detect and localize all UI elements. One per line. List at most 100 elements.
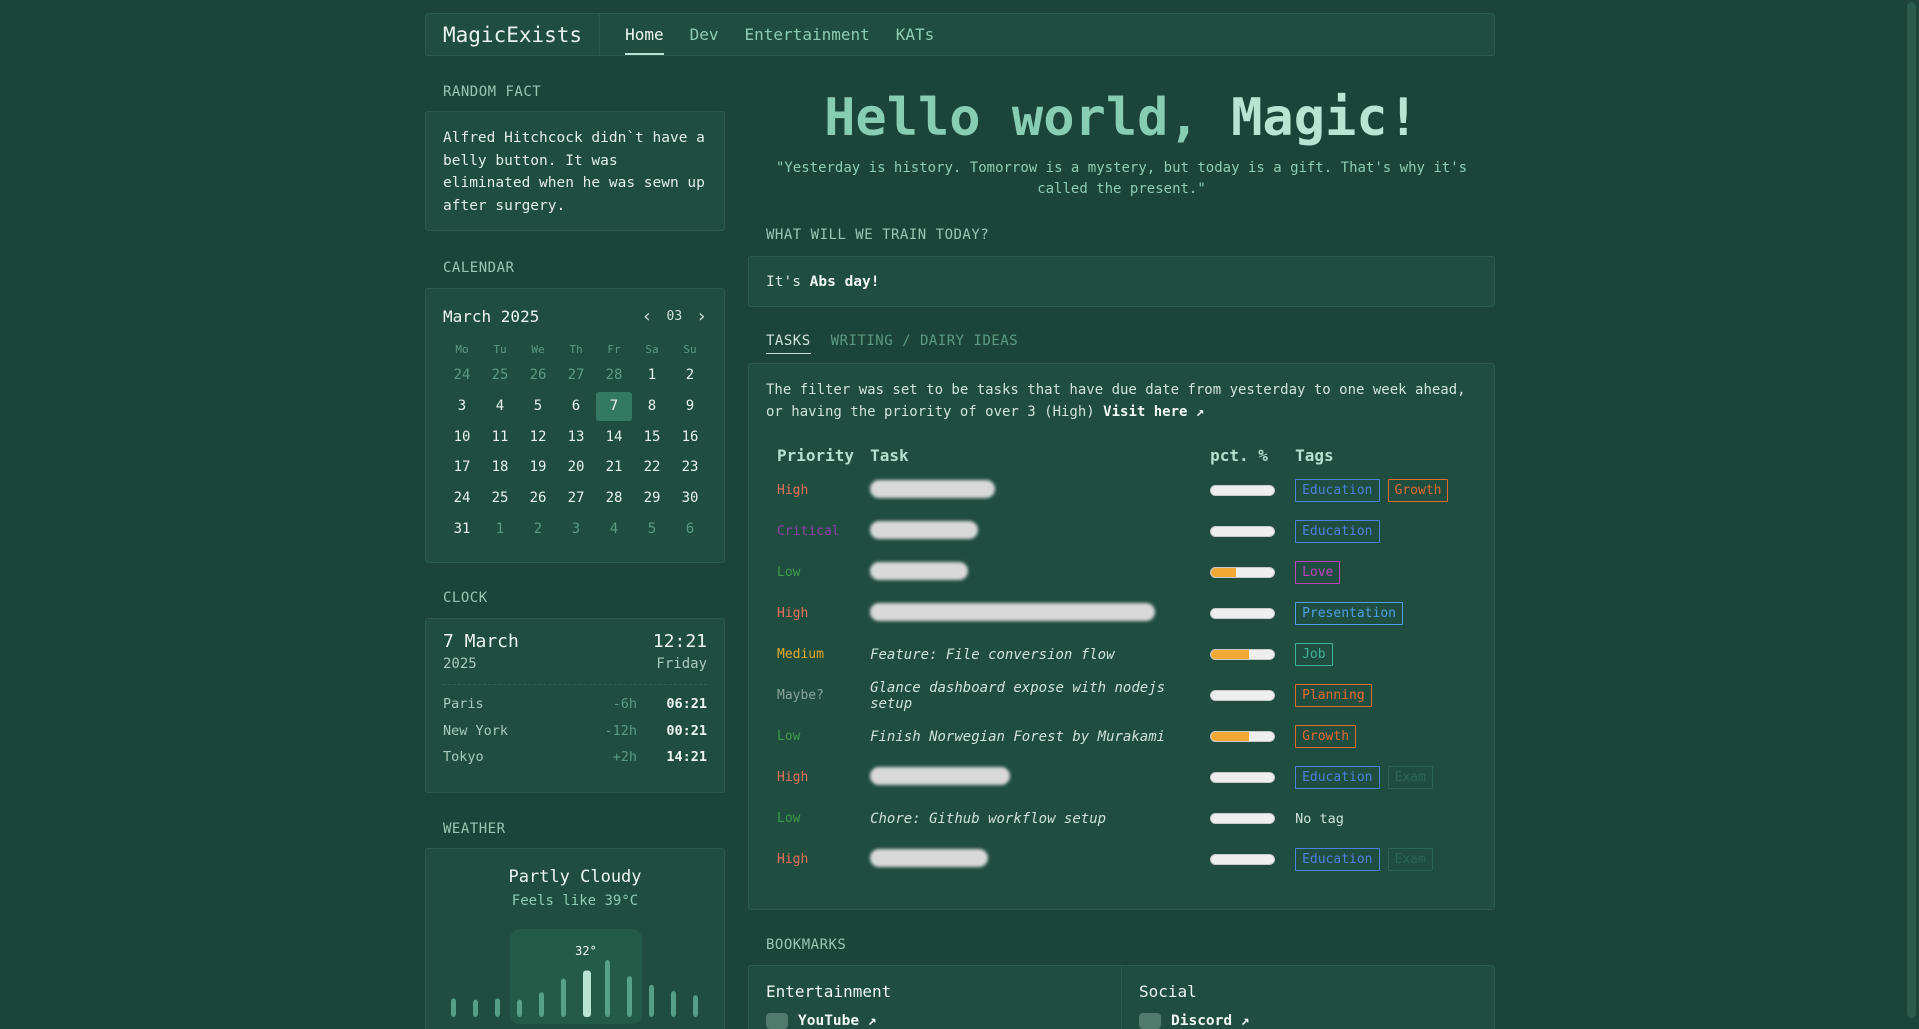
task-tag[interactable]: Job bbox=[1295, 643, 1333, 666]
task-row[interactable]: High Education Exam bbox=[769, 757, 1469, 798]
task-tag[interactable]: Planning bbox=[1295, 684, 1372, 707]
calendar-day[interactable]: 24 bbox=[443, 360, 481, 391]
tab-tasks[interactable]: TASKS bbox=[766, 333, 811, 354]
calendar-day[interactable]: 27 bbox=[557, 360, 595, 391]
task-tag[interactable]: Presentation bbox=[1295, 602, 1403, 625]
calendar-day[interactable]: 29 bbox=[633, 483, 671, 514]
calendar-day[interactable]: 20 bbox=[557, 452, 595, 483]
task-tag[interactable]: Growth bbox=[1387, 479, 1449, 502]
calendar-day[interactable]: 25 bbox=[481, 360, 519, 391]
calendar-day-number: 8 bbox=[647, 398, 657, 415]
calendar-day[interactable]: 9 bbox=[671, 391, 709, 422]
timezone-time: 00:21 bbox=[666, 722, 707, 739]
calendar-day[interactable]: 2 bbox=[671, 360, 709, 391]
task-row[interactable]: Maybe? Glance dashboard expose with nodej… bbox=[769, 675, 1469, 716]
task-row[interactable]: High Presentation bbox=[769, 593, 1469, 634]
task-row[interactable]: Medium Feature: File conversion flow Job bbox=[769, 634, 1469, 675]
calendar-day[interactable]: 23 bbox=[671, 452, 709, 483]
weather-hour-bar bbox=[605, 959, 610, 1017]
task-tag[interactable]: Education bbox=[1295, 520, 1380, 543]
tasks-panel: The filter was set to be tasks that have… bbox=[748, 363, 1495, 910]
calendar-day-number: 24 bbox=[453, 490, 471, 507]
task-row[interactable]: Low Finish Norwegian Forest by Murakami Gr… bbox=[769, 716, 1469, 757]
calendar-day[interactable]: 12 bbox=[519, 421, 557, 452]
calendar-day[interactable]: 24 bbox=[443, 483, 481, 514]
scrollbar-thumb[interactable] bbox=[1907, 2, 1916, 1018]
discord-icon bbox=[1139, 1013, 1161, 1029]
calendar-day[interactable]: 28 bbox=[595, 483, 633, 514]
timezone-offset: -6h bbox=[612, 696, 637, 713]
task-tag[interactable]: Exam bbox=[1387, 766, 1433, 789]
calendar-day[interactable]: 1 bbox=[481, 513, 519, 544]
calendar-day[interactable]: 16 bbox=[671, 421, 709, 452]
calendar-day[interactable]: 18 bbox=[481, 452, 519, 483]
task-tag[interactable]: Education bbox=[1295, 479, 1380, 502]
task-priority: High bbox=[777, 606, 809, 621]
tab-writing-ideas[interactable]: WRITING / DAIRY IDEAS bbox=[831, 333, 1019, 354]
page-scrollbar[interactable] bbox=[1904, 0, 1919, 1029]
chevron-right-icon[interactable]: › bbox=[696, 306, 707, 327]
calendar-day-number: 7 bbox=[596, 391, 632, 421]
calendar-day[interactable]: 4 bbox=[595, 513, 633, 544]
calendar-day[interactable]: 2 bbox=[519, 513, 557, 544]
task-tag[interactable]: Education bbox=[1295, 848, 1380, 871]
timezone-name: Paris bbox=[443, 696, 484, 713]
task-tag[interactable]: Growth bbox=[1295, 725, 1357, 748]
calendar-day[interactable]: 1 bbox=[633, 360, 671, 391]
task-tag[interactable]: Love bbox=[1295, 561, 1341, 584]
task-name: Chore: Github workflow setup bbox=[870, 810, 1107, 827]
calendar-day[interactable]: 30 bbox=[671, 483, 709, 514]
timezone-name: Tokyo bbox=[443, 749, 484, 766]
task-tag[interactable]: Exam bbox=[1387, 848, 1433, 871]
nav-home[interactable]: Home bbox=[625, 14, 664, 55]
calendar-day[interactable]: 19 bbox=[519, 452, 557, 483]
task-row[interactable]: Low Chore: Github workflow setup No tag bbox=[769, 798, 1469, 839]
calendar-day-number: 14 bbox=[605, 428, 623, 445]
calendar-day[interactable]: 27 bbox=[557, 483, 595, 514]
calendar-day[interactable]: 5 bbox=[633, 513, 671, 544]
task-tag[interactable]: Education bbox=[1295, 766, 1380, 789]
calendar-day-number: 5 bbox=[533, 398, 543, 415]
calendar-day[interactable]: 26 bbox=[519, 483, 557, 514]
calendar-day[interactable]: 15 bbox=[633, 421, 671, 452]
calendar-day[interactable]: 22 bbox=[633, 452, 671, 483]
calendar-day[interactable]: 26 bbox=[519, 360, 557, 391]
calendar-day[interactable]: 3 bbox=[443, 391, 481, 422]
calendar-day[interactable]: 17 bbox=[443, 452, 481, 483]
weather-hour-bar bbox=[451, 998, 456, 1017]
calendar-day[interactable]: 4 bbox=[481, 391, 519, 422]
bookmark-youtube[interactable]: YouTube ↗ bbox=[766, 1013, 1104, 1029]
calendar-day[interactable]: 10 bbox=[443, 421, 481, 452]
calendar-day-today[interactable]: 7 bbox=[595, 391, 633, 422]
task-row[interactable]: Low Love bbox=[769, 552, 1469, 593]
chevron-left-icon[interactable]: ‹ bbox=[642, 306, 653, 327]
task-row[interactable]: High Education Growth bbox=[769, 470, 1469, 511]
calendar-day[interactable]: 28 bbox=[595, 360, 633, 391]
top-navbar: MagicExists Home Dev Entertainment KATs bbox=[425, 13, 1495, 56]
calendar-day[interactable]: 6 bbox=[557, 391, 595, 422]
bookmark-discord[interactable]: Discord ↗ bbox=[1139, 1013, 1477, 1029]
nav-dev[interactable]: Dev bbox=[690, 14, 719, 55]
calendar-day[interactable]: 5 bbox=[519, 391, 557, 422]
calendar-day[interactable]: 3 bbox=[557, 513, 595, 544]
bookmark-group-social: Social Discord ↗ bbox=[1121, 966, 1494, 1029]
brand-logo[interactable]: MagicExists bbox=[426, 14, 601, 55]
task-row[interactable]: High Education Exam bbox=[769, 839, 1469, 880]
tasks-visit-link[interactable]: Visit here ↗ bbox=[1103, 404, 1204, 420]
calendar-day[interactable]: 13 bbox=[557, 421, 595, 452]
calendar-day[interactable]: 31 bbox=[443, 513, 481, 544]
calendar-day-number: 19 bbox=[529, 459, 547, 476]
task-row[interactable]: Critical Education bbox=[769, 511, 1469, 552]
task-priority: Low bbox=[777, 565, 801, 580]
calendar-day-number: 25 bbox=[491, 367, 509, 384]
calendar-day[interactable]: 21 bbox=[595, 452, 633, 483]
nav-kats[interactable]: KATs bbox=[896, 14, 935, 55]
timezone-row: Paris -6h 06:21 bbox=[443, 691, 707, 718]
calendar-day[interactable]: 14 bbox=[595, 421, 633, 452]
calendar-day[interactable]: 25 bbox=[481, 483, 519, 514]
calendar-day[interactable]: 8 bbox=[633, 391, 671, 422]
nav-entertainment[interactable]: Entertainment bbox=[745, 14, 870, 55]
task-progress-bar bbox=[1210, 690, 1276, 701]
calendar-day[interactable]: 6 bbox=[671, 513, 709, 544]
calendar-day[interactable]: 11 bbox=[481, 421, 519, 452]
